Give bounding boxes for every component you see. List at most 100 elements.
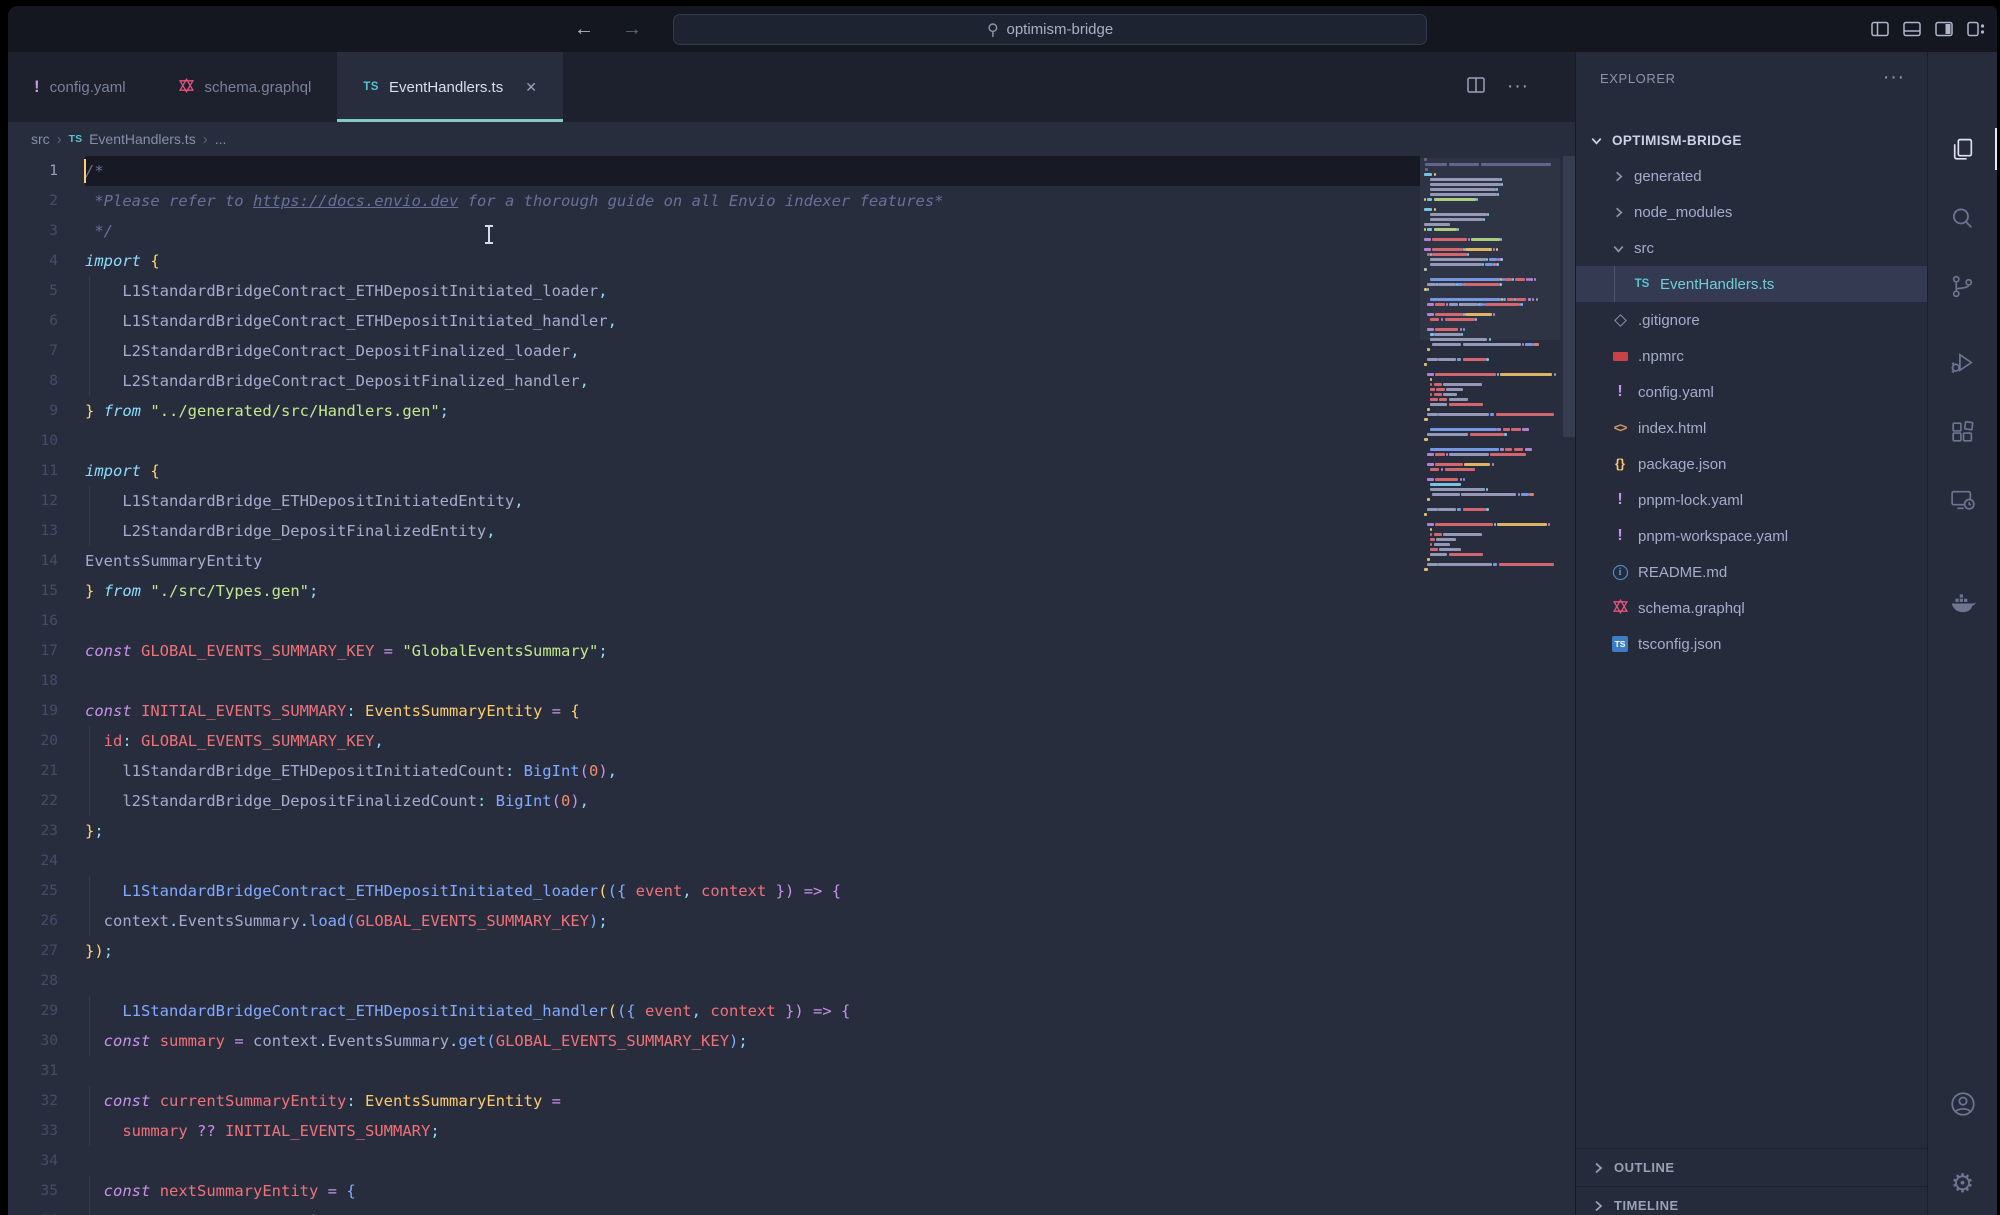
readme-info-icon: i <box>1613 565 1628 580</box>
minimap-line <box>1521 493 1529 496</box>
toggle-panel-right-icon[interactable] <box>1933 18 1955 40</box>
line-number: 3 <box>18 216 58 246</box>
minimap-line <box>1434 543 1451 546</box>
file-package.json[interactable]: {}package.json <box>1576 446 1927 482</box>
minimap-line <box>1430 278 1500 281</box>
extensions-icon[interactable] <box>1928 401 1997 463</box>
command-center-search[interactable]: ⚲ optimism-bridge <box>673 14 1427 45</box>
tab-schema.graphql[interactable]: schema.graphql <box>152 52 338 122</box>
minimap-line <box>1438 358 1456 361</box>
vscode-window: ← → ⚲ optimism-bridge <box>8 6 1997 1215</box>
minimap-line <box>1461 493 1516 496</box>
minimap-line <box>1489 338 1491 341</box>
chevron-right-icon <box>1610 205 1626 220</box>
minimap-line <box>1430 318 1440 321</box>
file-tsconfig.json[interactable]: TStsconfig.json <box>1576 626 1927 662</box>
line-number: 2 <box>18 186 58 216</box>
toggle-panel-left-icon[interactable] <box>1869 18 1891 40</box>
file-index.html[interactable]: <>index.html <box>1576 410 1927 446</box>
customize-layout-icon[interactable] <box>1965 18 1987 40</box>
code-editor[interactable]: 1234567891011121314151617181920212223242… <box>8 156 1575 1215</box>
minimap-line <box>1425 163 1447 166</box>
tree-item-label: generated <box>1634 168 1702 185</box>
minimap-line <box>1435 478 1458 481</box>
minimap-line <box>1494 523 1496 526</box>
code-line-26: context.EventsSummary.load(GLOBAL_EVENTS… <box>85 906 608 936</box>
close-tab-icon[interactable]: ✕ <box>525 79 537 96</box>
minimap-line <box>1463 358 1486 361</box>
outline-section[interactable]: OUTLINE <box>1576 1148 1927 1186</box>
breadcrumb-item[interactable]: EventHandlers.ts <box>89 131 196 147</box>
minimap-line <box>1427 523 1434 526</box>
file-pnpm-workspace.yaml[interactable]: !pnpm-workspace.yaml <box>1576 518 1927 554</box>
minimap-line <box>1427 508 1438 511</box>
breadcrumb[interactable]: src›TSEventHandlers.ts›... <box>8 122 1575 156</box>
minimap-line <box>1521 303 1523 306</box>
more-actions-icon[interactable]: ··· <box>1507 76 1529 98</box>
minimap-line <box>1445 468 1475 471</box>
folder-generated[interactable]: generated <box>1576 158 1927 194</box>
minimap-line <box>1489 258 1497 261</box>
file-EventHandlers.ts[interactable]: TSEventHandlers.ts <box>1576 266 1927 302</box>
code-line-23: }; <box>85 816 104 846</box>
timeline-label: TIMELINE <box>1614 1198 1679 1213</box>
indent-guide <box>89 756 90 786</box>
code-line-1: /* <box>85 156 104 186</box>
minimap-line <box>1533 343 1539 346</box>
code-line-5: L1StandardBridgeContract_ETHDepositIniti… <box>85 276 608 306</box>
docker-icon[interactable] <box>1928 572 1997 634</box>
vertical-scrollbar[interactable] <box>1563 156 1575 437</box>
code-line-19: const INITIAL_EVENTS_SUMMARY: EventsSumm… <box>85 696 580 726</box>
code-line-32: const currentSummaryEntity: EventsSummar… <box>85 1086 561 1116</box>
tab-config.yaml[interactable]: !config.yaml <box>8 52 152 122</box>
breadcrumb-separator: › <box>57 131 62 148</box>
breadcrumb-item[interactable]: ... <box>215 131 227 147</box>
line-number: 22 <box>18 786 58 816</box>
line-number: 25 <box>18 876 58 906</box>
minimap-line <box>1427 328 1434 331</box>
explorer-more-actions-icon[interactable]: ··· <box>1883 67 1905 89</box>
file-schema.graphql[interactable]: schema.graphql <box>1576 590 1927 626</box>
toggle-panel-bottom-icon[interactable] <box>1901 18 1923 40</box>
minimap-line <box>1436 538 1455 541</box>
search-icon[interactable] <box>1928 187 1997 249</box>
code-line-17: const GLOBAL_EVENTS_SUMMARY_KEY = "Globa… <box>85 636 608 666</box>
line-number: 1 <box>18 156 58 186</box>
minimap-line <box>1449 163 1479 166</box>
account-icon[interactable] <box>1928 1073 1997 1135</box>
file-README.md[interactable]: iREADME.md <box>1576 554 1927 590</box>
folder-node_modules[interactable]: node_modules <box>1576 194 1927 230</box>
minimap-line <box>1500 283 1502 286</box>
run-debug-icon[interactable] <box>1928 331 1997 393</box>
file-pnpm-lock.yaml[interactable]: !pnpm-lock.yaml <box>1576 482 1927 518</box>
tab-EventHandlers.ts[interactable]: TSEventHandlers.ts✕ <box>337 52 563 122</box>
folder-src[interactable]: src <box>1576 230 1927 266</box>
code-line-8: L2StandardBridgeContract_DepositFinalize… <box>85 366 589 396</box>
minimap-line <box>1504 433 1507 436</box>
minimap-line <box>1464 463 1490 466</box>
minimap-line <box>1496 188 1498 191</box>
explorer-icon[interactable] <box>1928 118 1997 180</box>
file-config.yaml[interactable]: !config.yaml <box>1576 374 1927 410</box>
minimap-line <box>1463 478 1465 481</box>
navigate-forward-icon[interactable]: → <box>622 18 642 41</box>
minimap-line <box>1486 258 1488 261</box>
minimap[interactable] <box>1420 156 1560 1215</box>
split-editor-icon[interactable] <box>1465 74 1487 101</box>
file-.npmrc[interactable]: .npmrc <box>1576 338 1927 374</box>
mouse-ibeam-cursor <box>488 226 490 243</box>
minimap-line <box>1439 548 1461 551</box>
minimap-line <box>1427 373 1434 376</box>
workspace-root-OPTIMISM-BRIDGE[interactable]: OPTIMISM-BRIDGE <box>1576 122 1927 158</box>
settings-gear-icon[interactable]: ⚙ <box>1928 1152 1997 1214</box>
minimap-line <box>1449 398 1468 401</box>
remote-explorer-icon[interactable] <box>1928 468 1997 530</box>
line-number: 9 <box>18 396 58 426</box>
source-control-icon[interactable] <box>1928 255 1997 317</box>
breadcrumb-item[interactable]: src <box>31 131 50 147</box>
minimap-line <box>1430 213 1488 216</box>
file-.gitignore[interactable]: .gitignore <box>1576 302 1927 338</box>
line-number: 24 <box>18 846 58 876</box>
navigate-back-icon[interactable]: ← <box>574 18 594 41</box>
timeline-section[interactable]: TIMELINE <box>1576 1186 1927 1215</box>
